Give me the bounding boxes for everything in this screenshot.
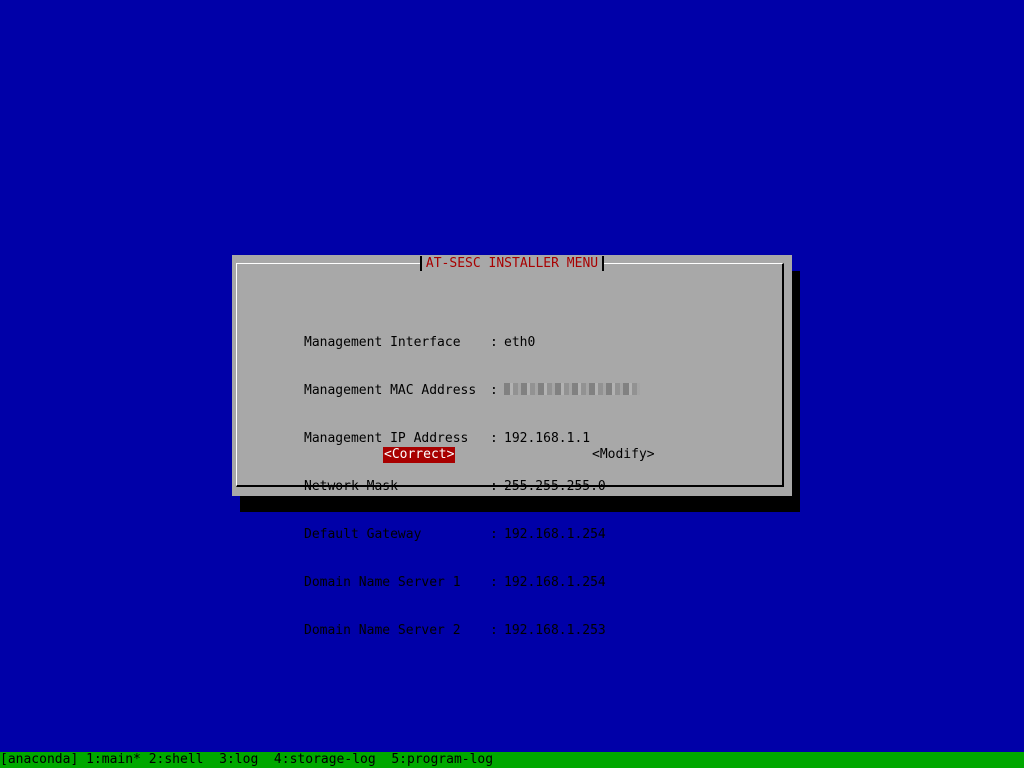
- info-separator: :: [490, 383, 498, 398]
- dialog-title: AT-SESC INSTALLER MENU: [419, 256, 605, 271]
- info-value: 192.168.1.254: [504, 575, 606, 590]
- info-separator: :: [490, 335, 498, 350]
- dialog-title-bar: AT-SESC INSTALLER MENU: [232, 255, 792, 271]
- info-value: 255.255.255.0: [504, 479, 606, 494]
- info-value: 192.168.1.253: [504, 623, 606, 638]
- network-info: Management Interface: eth0 Management MAC…: [304, 303, 640, 671]
- redacted-mac-value: [504, 383, 640, 395]
- info-separator: :: [490, 575, 498, 590]
- info-separator: :: [490, 431, 498, 446]
- info-value: eth0: [504, 335, 536, 350]
- info-label: Domain Name Server 2: [304, 623, 461, 638]
- installer-dialog: AT-SESC INSTALLER MENU Management Interf…: [232, 255, 792, 638]
- info-label: Management Interface: [304, 335, 461, 350]
- correct-button[interactable]: <Correct>: [383, 447, 456, 463]
- info-value: 192.168.1.1: [504, 431, 591, 446]
- info-label: Default Gateway: [304, 527, 422, 542]
- info-row-dns2: Domain Name Server 2:192.168.1.253: [304, 623, 640, 639]
- info-row-mac: Management MAC Address:: [304, 383, 640, 399]
- modify-button[interactable]: <Modify>: [591, 447, 656, 463]
- info-label: Management IP Address: [304, 431, 469, 446]
- info-row-dns1: Domain Name Server 1:192.168.1.254: [304, 575, 640, 591]
- info-row-netmask: Network Mask:255.255.255.0: [304, 479, 640, 495]
- info-row-ip: Management IP Address:192.168.1.1: [304, 431, 640, 447]
- info-separator: :: [490, 623, 498, 638]
- info-value: 192.168.1.254: [504, 527, 606, 542]
- info-label: Domain Name Server 1: [304, 575, 461, 590]
- info-label: Management MAC Address: [304, 383, 477, 398]
- info-separator: :: [490, 527, 498, 542]
- info-separator: :: [490, 479, 498, 494]
- info-label: Network Mask: [304, 479, 398, 494]
- tmux-status-bar: [anaconda] 1:main* 2:shell 3:log 4:stora…: [0, 752, 1024, 768]
- info-row-interface: Management Interface: eth0: [304, 335, 640, 351]
- info-row-gateway: Default Gateway:192.168.1.254: [304, 527, 640, 543]
